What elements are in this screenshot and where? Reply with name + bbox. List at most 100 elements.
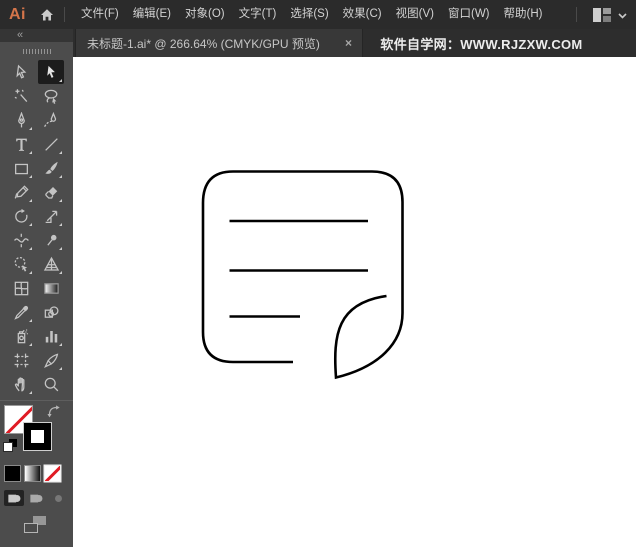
- column-graph-tool[interactable]: [38, 324, 64, 348]
- menubar-separator: [64, 7, 65, 22]
- color-swatch-button[interactable]: [5, 466, 20, 481]
- puppet-pin-icon: [43, 232, 60, 249]
- scale-icon: [43, 208, 60, 225]
- document-area: 未标题-1.ai* @ 266.64% (CMYK/GPU 预览) × 软件自学…: [73, 29, 636, 547]
- perspective-grid-tool[interactable]: [38, 252, 64, 276]
- menubar-separator-right: [576, 7, 577, 22]
- canvas[interactable]: [73, 57, 636, 547]
- tools-panel: «: [0, 29, 73, 547]
- selection-tool[interactable]: [8, 60, 34, 84]
- shaper-tool[interactable]: [8, 180, 34, 204]
- scale-tool[interactable]: [38, 204, 64, 228]
- panel-grip-row: [0, 42, 73, 60]
- artboard-icon: [13, 352, 30, 369]
- magic-wand-icon: [13, 88, 30, 105]
- collapse-panel-icon[interactable]: «: [17, 29, 23, 41]
- mesh-icon: [13, 280, 30, 297]
- paintbrush-icon: [43, 160, 60, 177]
- chevron-down-icon[interactable]: [618, 6, 627, 24]
- eraser-tool[interactable]: [38, 180, 64, 204]
- panel-header-strip: «: [0, 29, 73, 42]
- menu-bar: Ai 文件(F)编辑(E)对象(O)文字(T)选择(S)效果(C)视图(V)窗口…: [0, 0, 636, 29]
- shaper-pencil-icon: [13, 184, 30, 201]
- rectangle-tool[interactable]: [8, 156, 34, 180]
- rectangle-icon: [13, 160, 30, 177]
- document-tab-bar: 未标题-1.ai* @ 266.64% (CMYK/GPU 预览) × 软件自学…: [73, 29, 636, 57]
- shape-builder-tool[interactable]: [8, 252, 34, 276]
- menu-item-edit[interactable]: 编辑(E): [126, 0, 178, 29]
- illustrator-window: Ai 文件(F)编辑(E)对象(O)文字(T)选择(S)效果(C)视图(V)窗口…: [0, 0, 636, 547]
- stroke-swatch-black[interactable]: [24, 423, 51, 450]
- paintbrush-tool[interactable]: [38, 156, 64, 180]
- selection-tool-icon: [13, 64, 30, 81]
- symbol-sprayer-icon: [13, 328, 30, 345]
- menu-items: 文件(F)编辑(E)对象(O)文字(T)选择(S)效果(C)视图(V)窗口(W)…: [74, 0, 549, 29]
- pen-tool[interactable]: [8, 108, 34, 132]
- zoom-icon: [43, 376, 60, 393]
- lasso-icon: [43, 88, 60, 105]
- puppet-warp-tool[interactable]: [38, 228, 64, 252]
- menu-item-type[interactable]: 文字(T): [232, 0, 284, 29]
- perspective-grid-icon: [43, 256, 60, 273]
- swap-fill-stroke-icon[interactable]: [46, 404, 61, 418]
- width-tool[interactable]: [8, 228, 34, 252]
- type-tool[interactable]: [8, 132, 34, 156]
- workspace-switcher-icon[interactable]: [593, 8, 611, 22]
- rotate-icon: [13, 208, 30, 225]
- gradient-icon: [43, 280, 60, 297]
- menu-item-object[interactable]: 对象(O): [178, 0, 232, 29]
- panel-drag-handle[interactable]: [23, 49, 51, 54]
- shape-builder-icon: [13, 256, 30, 273]
- swatch-buttons-row: [0, 457, 73, 481]
- draw-behind-mode[interactable]: [26, 490, 46, 506]
- drawing-modes-row: [0, 490, 73, 506]
- default-fill-stroke-icon[interactable]: [3, 439, 17, 452]
- blend-tool[interactable]: [38, 300, 64, 324]
- line-segment-tool[interactable]: [38, 132, 64, 156]
- document-tab[interactable]: 未标题-1.ai* @ 266.64% (CMYK/GPU 预览) ×: [75, 29, 363, 57]
- none-swatch-button[interactable]: [45, 466, 60, 481]
- fill-stroke-controls: [0, 400, 73, 457]
- width-icon: [13, 232, 30, 249]
- slice-tool[interactable]: [38, 348, 64, 372]
- lasso-tool[interactable]: [38, 84, 64, 108]
- direct-selection-tool-icon: [43, 64, 60, 81]
- note-outline-path[interactable]: [203, 172, 403, 378]
- line-segment-icon: [43, 136, 60, 153]
- direct-selection-tool[interactable]: [38, 60, 64, 84]
- artboard-tool[interactable]: [8, 348, 34, 372]
- eraser-icon: [43, 184, 60, 201]
- gradient-tool[interactable]: [38, 276, 64, 300]
- tools-grid: [0, 60, 73, 396]
- change-screen-mode-button[interactable]: [24, 516, 46, 533]
- hand-tool[interactable]: [8, 372, 34, 396]
- menubar-right: [567, 6, 636, 24]
- zoom-tool[interactable]: [38, 372, 64, 396]
- rotate-tool[interactable]: [8, 204, 34, 228]
- mesh-tool[interactable]: [8, 276, 34, 300]
- menu-item-help[interactable]: 帮助(H): [497, 0, 550, 29]
- menu-item-select[interactable]: 选择(S): [283, 0, 335, 29]
- menu-item-effect[interactable]: 效果(C): [336, 0, 389, 29]
- type-icon: [13, 136, 30, 153]
- eyedropper-tool[interactable]: [8, 300, 34, 324]
- symbol-sprayer-tool[interactable]: [8, 324, 34, 348]
- blend-icon: [43, 304, 60, 321]
- draw-normal-mode[interactable]: [4, 490, 24, 506]
- hand-icon: [13, 376, 30, 393]
- curvature-tool[interactable]: [38, 108, 64, 132]
- screen-mode-row: [0, 516, 73, 533]
- magic-wand-tool[interactable]: [8, 84, 34, 108]
- draw-inside-mode[interactable]: [48, 490, 68, 506]
- close-tab-icon[interactable]: ×: [343, 36, 354, 50]
- curvature-pen-icon: [43, 112, 60, 129]
- sticky-note-artwork[interactable]: [196, 164, 492, 448]
- menu-item-file[interactable]: 文件(F): [74, 0, 126, 29]
- eyedropper-icon: [13, 304, 30, 321]
- gradient-swatch-button[interactable]: [25, 466, 40, 481]
- slice-icon: [43, 352, 60, 369]
- menu-item-view[interactable]: 视图(V): [389, 0, 441, 29]
- home-icon[interactable]: [39, 7, 55, 23]
- column-graph-icon: [43, 328, 60, 345]
- menu-item-window[interactable]: 窗口(W): [441, 0, 497, 29]
